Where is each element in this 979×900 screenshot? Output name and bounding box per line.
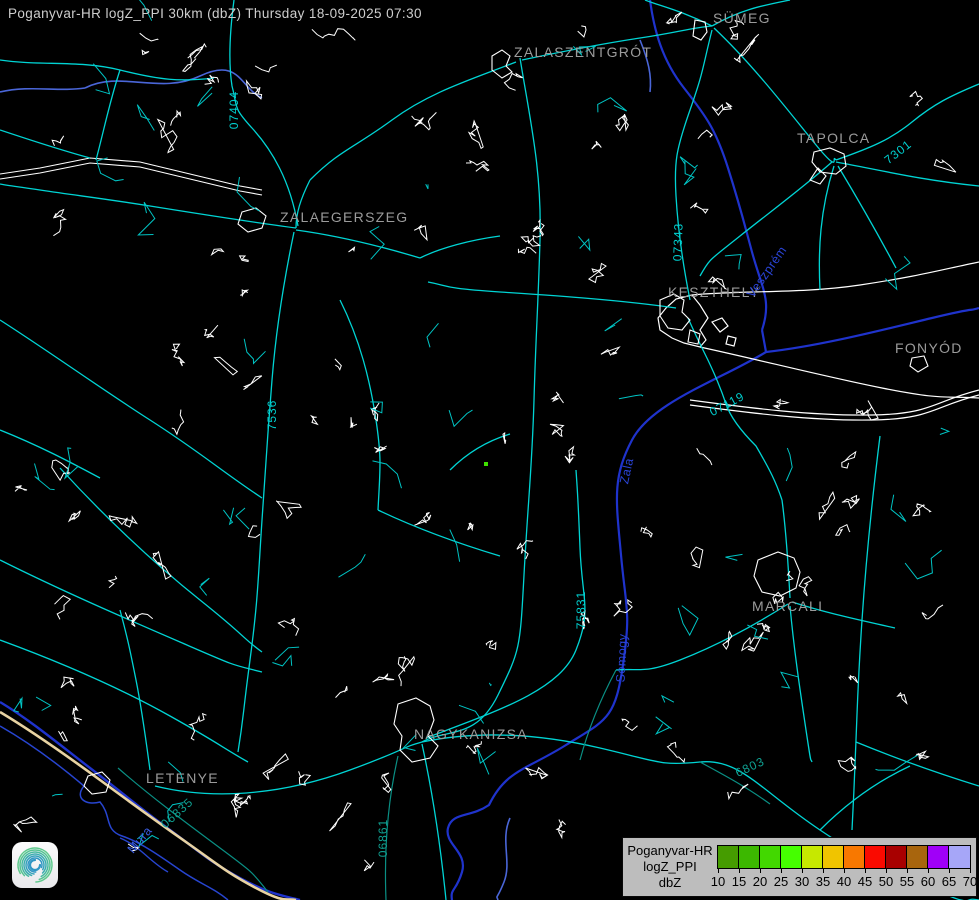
legend-cell xyxy=(907,846,928,868)
city-label: SÜMEG xyxy=(713,11,771,25)
legend-product: logZ_PPI xyxy=(623,859,717,875)
legend-tickmark xyxy=(886,869,887,873)
legend-cell xyxy=(823,846,844,868)
legend-tickmark xyxy=(928,869,929,873)
legend-tickmark xyxy=(823,869,824,873)
legend-tickmark xyxy=(802,869,803,873)
legend-station: Poganyvar-HR xyxy=(623,843,717,859)
city-label: FONYÓD xyxy=(895,341,963,355)
road-number-label: 07404 xyxy=(228,91,240,129)
road-number-label: 7536 xyxy=(266,400,278,431)
legend-tickmark xyxy=(739,869,740,873)
legend-tick-value: 60 xyxy=(918,874,938,889)
city-label: NAGYKANIZSA xyxy=(414,727,528,741)
radar-title: Poganyvar-HR logZ_PPI 30km (dbZ) Thursda… xyxy=(8,6,422,21)
city-label: LETENYE xyxy=(146,771,219,785)
legend-tickmark xyxy=(865,869,866,873)
city-label: ZALAEGERSZEG xyxy=(280,210,408,224)
radar-map-screen: SÜMEGZALASZENTGRÓTTAPOLCAZALAEGERSZEGKES… xyxy=(0,0,979,900)
legend-tickmark xyxy=(949,869,950,873)
legend-colorbar: 10152025303540455055606570 xyxy=(717,845,971,896)
legend-cell xyxy=(760,846,781,868)
legend-tick-value: 50 xyxy=(876,874,896,889)
legend-cell xyxy=(928,846,949,868)
county-border-lines xyxy=(448,0,979,900)
legend-tick-value: 20 xyxy=(750,874,770,889)
legend-tickmark xyxy=(718,869,719,873)
legend-tickmark xyxy=(781,869,782,873)
legend-tick-value: 70 xyxy=(960,874,979,889)
legend-cell xyxy=(802,846,823,868)
legend-text-block: Poganyvar-HR logZ_PPI dbZ xyxy=(623,838,717,896)
legend-tickmark xyxy=(760,869,761,873)
road-number-label: 07343 xyxy=(671,223,684,262)
legend-tick-value: 40 xyxy=(834,874,854,889)
legend-tick-value: 45 xyxy=(855,874,875,889)
legend-tickmark xyxy=(907,869,908,873)
road-number-label: 06861 xyxy=(377,819,389,857)
legend-cell xyxy=(718,846,739,868)
radar-spiral-logo xyxy=(12,842,58,888)
legend-cell xyxy=(739,846,760,868)
county-label: Somogy xyxy=(614,633,629,682)
spiral-icon xyxy=(12,842,58,888)
legend-tick-value: 55 xyxy=(897,874,917,889)
legend-tick-value: 35 xyxy=(813,874,833,889)
river-light-lines xyxy=(0,40,651,900)
legend-cell xyxy=(865,846,886,868)
legend-panel: Poganyvar-HR logZ_PPI dbZ 10152025303540… xyxy=(622,837,977,897)
legend-unit: dbZ xyxy=(623,875,717,891)
legend-cell xyxy=(949,846,970,868)
legend-tick-value: 25 xyxy=(771,874,791,889)
legend-cell xyxy=(886,846,907,868)
legend-cell xyxy=(844,846,865,868)
radar-echoes xyxy=(484,462,488,466)
legend-tickmark xyxy=(844,869,845,873)
legend-tickmark xyxy=(970,869,971,873)
city-label: MARCALI xyxy=(752,599,823,613)
legend-tick-value: 15 xyxy=(729,874,749,889)
road-number-label: 75831 xyxy=(575,591,587,629)
legend-tick-value: 30 xyxy=(792,874,812,889)
city-label: ZALASZENTGRÓT xyxy=(514,45,652,59)
legend-color-cells xyxy=(717,845,971,869)
legend-tick-value: 65 xyxy=(939,874,959,889)
legend-tick-value: 10 xyxy=(708,874,728,889)
city-label: TAPOLCA xyxy=(797,131,870,145)
legend-cell xyxy=(781,846,802,868)
